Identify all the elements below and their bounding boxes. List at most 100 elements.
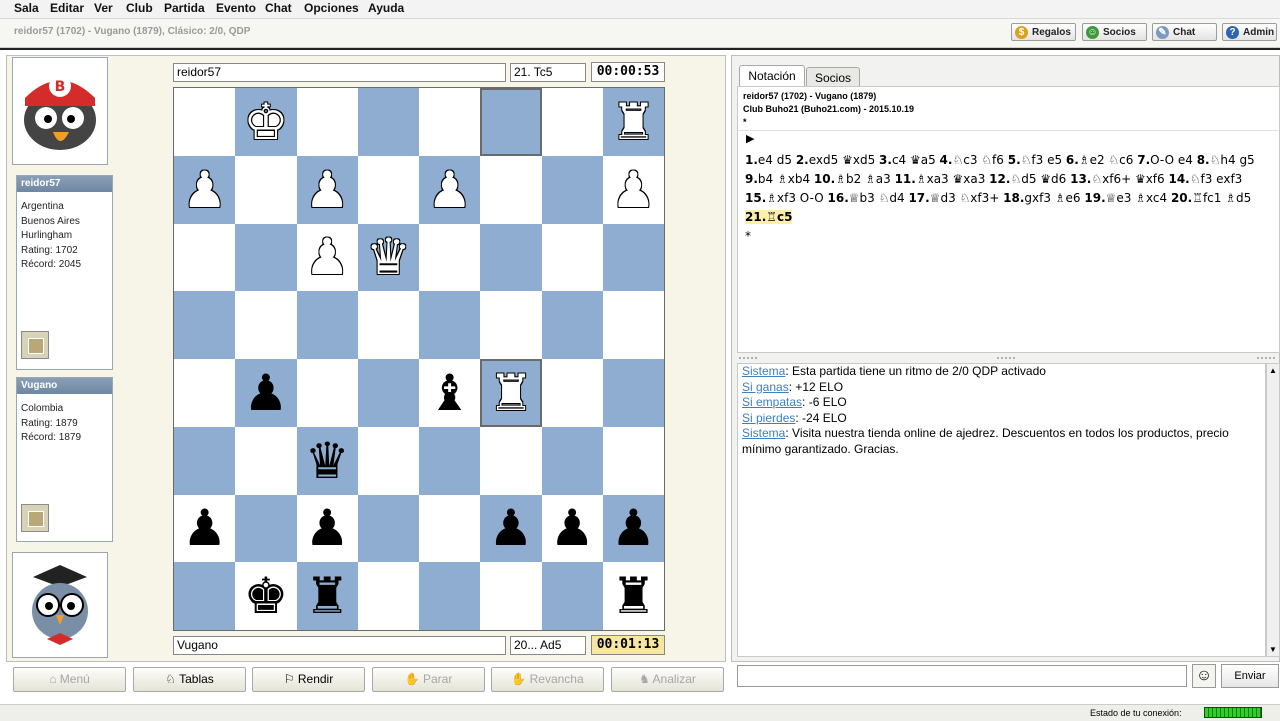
square-d4[interactable] <box>357 359 419 427</box>
square-d1[interactable] <box>357 562 419 630</box>
square-f2[interactable]: ♟ <box>480 494 542 563</box>
square-g6[interactable] <box>541 223 603 292</box>
square-d8[interactable] <box>357 88 419 156</box>
move-pair[interactable]: 2.exd5 ♛xd5 <box>796 153 879 167</box>
square-b3[interactable] <box>235 426 297 495</box>
square-e5[interactable] <box>419 291 481 359</box>
square-c2[interactable]: ♟ <box>296 494 358 563</box>
square-c7[interactable]: ♟ <box>296 155 358 224</box>
square-h3[interactable] <box>602 426 664 495</box>
move-pair[interactable]: 4.♘c3 ♘f6 <box>940 153 1008 167</box>
square-g3[interactable] <box>541 426 603 495</box>
rendir-button[interactable]: ⚐ Rendir <box>252 667 365 692</box>
menu-button[interactable]: ⌂ Menú <box>13 667 126 692</box>
move-pair[interactable]: 12.♘d5 ♛d6 <box>989 172 1070 186</box>
analizar-button[interactable]: ♞ Analizar <box>611 667 724 692</box>
square-e3[interactable] <box>419 426 481 495</box>
square-h8[interactable]: ♜ <box>602 88 664 156</box>
menu-ver[interactable]: Ver <box>94 1 113 15</box>
chess-board[interactable]: ♚ ♜ ♟ ♟ ♟ ♟ ♟ ♛ ♟ ♝ ♜ ♛ ♟ ♟ ♟ ♟ ♟ ♚ ♜ ♜ <box>173 87 665 631</box>
square-f3[interactable] <box>480 426 542 495</box>
square-h7[interactable]: ♟ <box>602 155 664 224</box>
menu-opciones[interactable]: Opciones <box>304 1 359 15</box>
square-b4[interactable]: ♟ <box>235 359 297 427</box>
square-c6[interactable]: ♟ <box>296 223 358 292</box>
square-d2[interactable] <box>357 494 419 563</box>
black-pawn-icon[interactable]: ♟ <box>550 503 595 553</box>
move-pair[interactable]: 14.♘f3 exf3 <box>1168 172 1242 186</box>
square-b2[interactable] <box>235 494 297 563</box>
move-pair[interactable]: 15.♗xf3 O-O <box>745 191 828 205</box>
chat-sender-link[interactable]: Sistema <box>742 426 785 440</box>
tab-socios[interactable]: Socios <box>806 67 860 87</box>
square-c1[interactable]: ♜ <box>296 562 358 630</box>
square-h6[interactable] <box>602 223 664 292</box>
move-pair[interactable]: 19.♕e3 ♗xc4 <box>1084 191 1171 205</box>
move-pair[interactable]: 11.♗xa3 ♛xa3 <box>895 172 990 186</box>
revancha-button[interactable]: ✋ Revancha <box>491 667 604 692</box>
square-g7[interactable] <box>541 155 603 224</box>
admin-button[interactable]: ? Admin <box>1222 23 1277 41</box>
tab-notacion[interactable]: Notación <box>739 65 805 87</box>
square-d6[interactable]: ♛ <box>357 223 419 292</box>
square-b8[interactable]: ♚ <box>235 88 297 156</box>
black-king-icon[interactable]: ♚ <box>243 571 288 621</box>
square-g2[interactable]: ♟ <box>541 494 603 563</box>
move-pair[interactable]: 3.c4 ♛a5 <box>879 153 940 167</box>
square-f8[interactable] <box>480 88 542 156</box>
square-f5[interactable] <box>480 291 542 359</box>
square-h4[interactable] <box>602 359 664 427</box>
square-c3[interactable]: ♛ <box>296 426 358 495</box>
white-pawn-icon[interactable]: ♟ <box>182 165 227 215</box>
square-e1[interactable] <box>419 562 481 630</box>
square-g1[interactable] <box>541 562 603 630</box>
menu-club[interactable]: Club <box>126 1 153 15</box>
smiley-button[interactable]: ☺ <box>1192 664 1216 688</box>
scroll-down-icon[interactable]: ▼ <box>1269 645 1277 654</box>
scroll-up-icon[interactable]: ▲ <box>1269 366 1277 375</box>
white-king-icon[interactable]: ♚ <box>243 97 288 147</box>
square-b1[interactable]: ♚ <box>235 562 297 630</box>
square-g5[interactable] <box>541 291 603 359</box>
black-pawn-icon[interactable]: ♟ <box>611 503 656 553</box>
top-player-gift-button[interactable] <box>21 331 49 359</box>
white-rook-icon[interactable]: ♜ <box>488 368 533 418</box>
white-queen-icon[interactable]: ♛ <box>366 232 411 282</box>
square-a5[interactable] <box>174 291 236 359</box>
menu-partida[interactable]: Partida <box>164 1 205 15</box>
square-g8[interactable] <box>541 88 603 156</box>
move-pair[interactable]: 7.O-O e4 <box>1137 153 1196 167</box>
square-f6[interactable] <box>480 223 542 292</box>
move-pair[interactable]: 6.♗e2 ♘c6 <box>1066 153 1137 167</box>
chat-sender-link[interactable]: Si empatas <box>742 395 802 409</box>
white-pawn-icon[interactable]: ♟ <box>305 165 350 215</box>
chat-sender-link[interactable]: Si ganas <box>742 380 789 394</box>
black-rook-icon[interactable]: ♜ <box>305 571 350 621</box>
move-pair[interactable]: 18.gxf3 ♗e6 <box>1003 191 1084 205</box>
play-icon[interactable]: ▶ <box>746 132 754 145</box>
current-move[interactable]: 21.♖c5 <box>745 210 793 224</box>
chat-sender-link[interactable]: Si pierdes <box>742 411 795 425</box>
move-pair[interactable]: 8.♘h4 g5 <box>1197 153 1255 167</box>
black-bishop-icon[interactable]: ♝ <box>427 368 472 418</box>
square-b6[interactable] <box>235 223 297 292</box>
menu-chat[interactable]: Chat <box>265 1 292 15</box>
square-d7[interactable] <box>357 155 419 224</box>
square-h1[interactable]: ♜ <box>602 562 664 630</box>
black-rook-icon[interactable]: ♜ <box>611 571 656 621</box>
square-a1[interactable] <box>174 562 236 630</box>
send-button[interactable]: Enviar <box>1221 664 1279 688</box>
move-pair[interactable]: 10.♗b2 ♗a3 <box>814 172 895 186</box>
chat-input[interactable] <box>737 665 1187 687</box>
square-e4[interactable]: ♝ <box>419 359 481 427</box>
chat-scrollbar[interactable]: ▲ ▼ <box>1266 363 1280 657</box>
chat-sender-link[interactable]: Sistema <box>742 364 785 378</box>
white-pawn-icon[interactable]: ♟ <box>427 165 472 215</box>
square-e8[interactable] <box>419 88 481 156</box>
square-f1[interactable] <box>480 562 542 630</box>
square-e6[interactable] <box>419 223 481 292</box>
square-h2[interactable]: ♟ <box>602 494 664 563</box>
square-c4[interactable] <box>296 359 358 427</box>
square-h5[interactable] <box>602 291 664 359</box>
white-pawn-icon[interactable]: ♟ <box>305 232 350 282</box>
